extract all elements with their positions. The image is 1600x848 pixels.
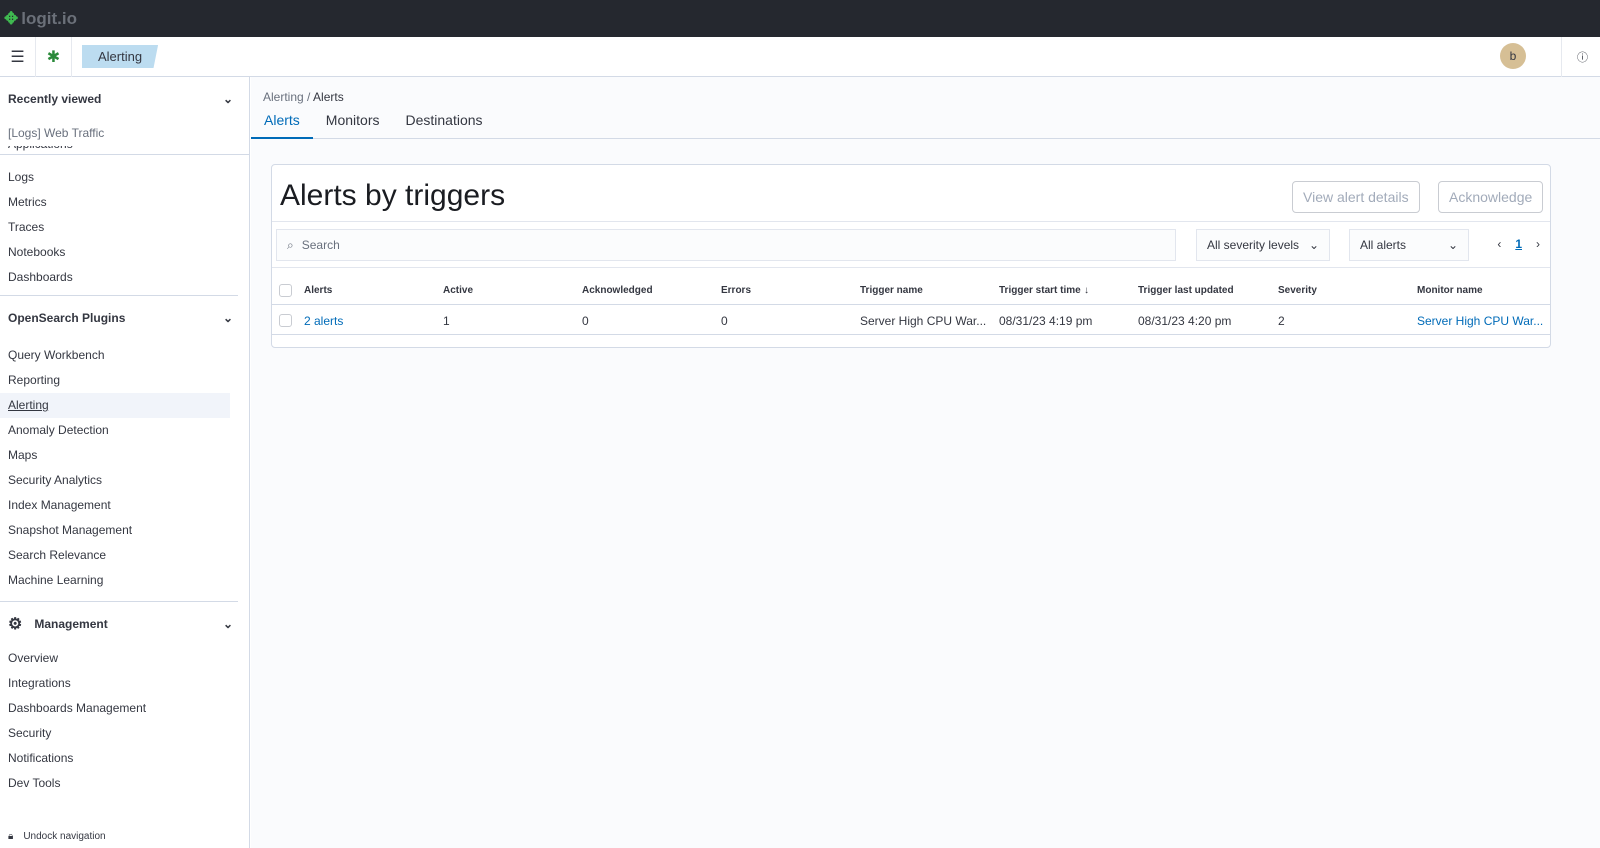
severity-value: All severity levels [1207,238,1300,252]
sidebar-item-integrations[interactable]: Integrations [0,671,249,696]
chevron-down-icon: ⌄ [222,92,233,106]
select-all-checkbox[interactable] [279,284,292,297]
menu-icon[interactable]: ☰ [0,36,36,77]
gear-icon: ⚙ [8,616,23,633]
alerts-filter[interactable]: All alerts ⌄ [1349,229,1469,261]
sidebar-item-security[interactable]: Security [0,721,249,746]
search-input[interactable]: ⌕ Search [276,229,1176,261]
page-number[interactable]: 1 [1515,237,1522,251]
avatar[interactable]: b [1500,43,1526,69]
column-header[interactable]: Acknowledged [582,285,653,296]
breadcrumb-alerting[interactable]: Alerting [263,90,304,104]
sidebar-item-machine-learning[interactable]: Machine Learning [0,568,249,593]
sidebar-item-dashboards[interactable]: Dashboards [0,265,249,290]
section-title: Recently viewed [8,92,102,106]
chevron-down-icon: ⌄ [1308,238,1319,252]
table-cell: 1 [443,314,450,328]
recently-viewed-header[interactable]: Recently viewed ⌄ [0,77,249,121]
side-nav: Recently viewed ⌄ [Logs] Web Traffic Appl… [0,77,250,848]
chevron-right-icon[interactable]: › [1536,237,1540,251]
alerts-filter-value: All alerts [1360,238,1407,252]
undock-label: Undock navigation [23,831,106,842]
chevron-down-icon: ⌄ [1447,238,1458,252]
help-icon[interactable]: ⓘ [1577,49,1588,65]
sidebar-item-security-analytics[interactable]: Security Analytics [0,468,249,493]
table-cell: 0 [582,314,589,328]
sidebar-item-metrics[interactable]: Metrics [0,190,249,215]
sort-down-icon[interactable]: ↓ [1084,285,1089,296]
tab-monitors[interactable]: Monitors [313,112,393,139]
undock-navigation[interactable]: 🔒︎ Undock navigation [8,831,106,842]
column-header[interactable]: Errors [721,285,751,296]
sidebar-item-logs[interactable]: Logs [0,165,249,190]
breadcrumb: Alerting / Alerts [263,90,344,104]
column-header[interactable]: Alerts [304,285,332,296]
sidebar-item-snapshot-management[interactable]: Snapshot Management [0,518,249,543]
main-content: Alerting / Alerts Alerts Monitors Destin… [251,77,1600,848]
home-logo-icon[interactable]: ✱ [36,36,72,77]
severity-filter[interactable]: All severity levels ⌄ [1196,229,1330,261]
table-cell[interactable]: Server High CPU War... [1417,314,1543,328]
column-header[interactable]: Monitor name [1417,285,1483,296]
divider [1561,37,1562,77]
sidebar-item-index-management[interactable]: Index Management [0,493,249,518]
tabs: Alerts Monitors Destinations [251,112,1600,139]
sidebar-item-notifications[interactable]: Notifications [0,746,249,771]
chevron-down-icon: ⌄ [222,617,233,631]
alerts-panel: Alerts by triggers View alert details Ac… [271,164,1551,348]
header: ☰ ✱ Alerting b ⓘ [0,36,1600,77]
sidebar-item-search-relevance[interactable]: Search Relevance [0,543,249,568]
sidebar-item-query-workbench[interactable]: Query Workbench [0,343,249,368]
top-bar: ✥ logit.io [0,0,1600,37]
column-header[interactable]: Severity [1278,285,1317,296]
logo-icon: ✥ [4,8,19,28]
tab-destinations[interactable]: Destinations [392,112,495,139]
section-title: OpenSearch Plugins [8,311,126,325]
opensearch-plugins-header[interactable]: OpenSearch Plugins ⌄ [0,296,249,340]
breadcrumb-alerts: Alerts [313,90,344,104]
search-icon: ⌕ [287,237,294,252]
sidebar-item-notebooks[interactable]: Notebooks [0,240,249,265]
sidebar-item-alerting[interactable]: Alerting [0,393,230,418]
column-header[interactable]: Trigger last updated [1138,285,1234,296]
table-header: Alerts Active Acknowledged Errors Trigger na… [272,275,1550,305]
sidebar-item-dev-tools[interactable]: Dev Tools [0,771,249,796]
recent-item[interactable]: [Logs] Web Traffic [0,121,249,146]
chevron-down-icon: ⌄ [222,311,233,325]
lock-icon: 🔒︎ [8,831,14,842]
sidebar-item-applications[interactable]: Applications [0,146,249,154]
search-placeholder: Search [301,238,340,252]
sidebar-item-maps[interactable]: Maps [0,443,249,468]
acknowledge-button[interactable]: Acknowledge [1438,181,1544,213]
sidebar-item-traces[interactable]: Traces [0,215,249,240]
pagination: ‹ 1 › [1497,237,1540,251]
column-header[interactable]: Trigger start time [999,285,1081,296]
column-header[interactable]: Trigger name [860,285,923,296]
table-cell: 08/31/23 4:19 pm [999,314,1093,328]
tab-alerts[interactable]: Alerts [251,112,313,139]
sidebar-item-reporting[interactable]: Reporting [0,368,249,393]
table-cell[interactable]: 2 alerts [304,314,343,328]
table-cell: Server High CPU War... [860,314,987,328]
sidebar-item-dashboards-management[interactable]: Dashboards Management [0,696,249,721]
chevron-left-icon[interactable]: ‹ [1497,237,1501,251]
management-header[interactable]: ⚙ Management ⌄ [0,602,249,646]
column-header[interactable]: Active [443,285,473,296]
sidebar-item-anomaly-detection[interactable]: Anomaly Detection [0,418,249,443]
header-breadcrumb[interactable]: Alerting [82,45,159,68]
page-title: Alerts by triggers [280,179,506,212]
section-title: Management [34,617,108,631]
sidebar-item-overview[interactable]: Overview [0,646,249,671]
brand-name: logit.io [21,8,77,28]
row-checkbox[interactable] [279,314,292,327]
table-cell: 08/31/23 4:20 pm [1138,314,1232,328]
table-row: 2 alerts 1 0 0 Server High CPU War... 08/31/2… [272,305,1550,335]
view-alert-details-button[interactable]: View alert details [1292,181,1420,213]
table-cell: 0 [721,314,728,328]
logo[interactable]: ✥ logit.io [4,9,77,29]
table-cell: 2 [1278,314,1285,328]
